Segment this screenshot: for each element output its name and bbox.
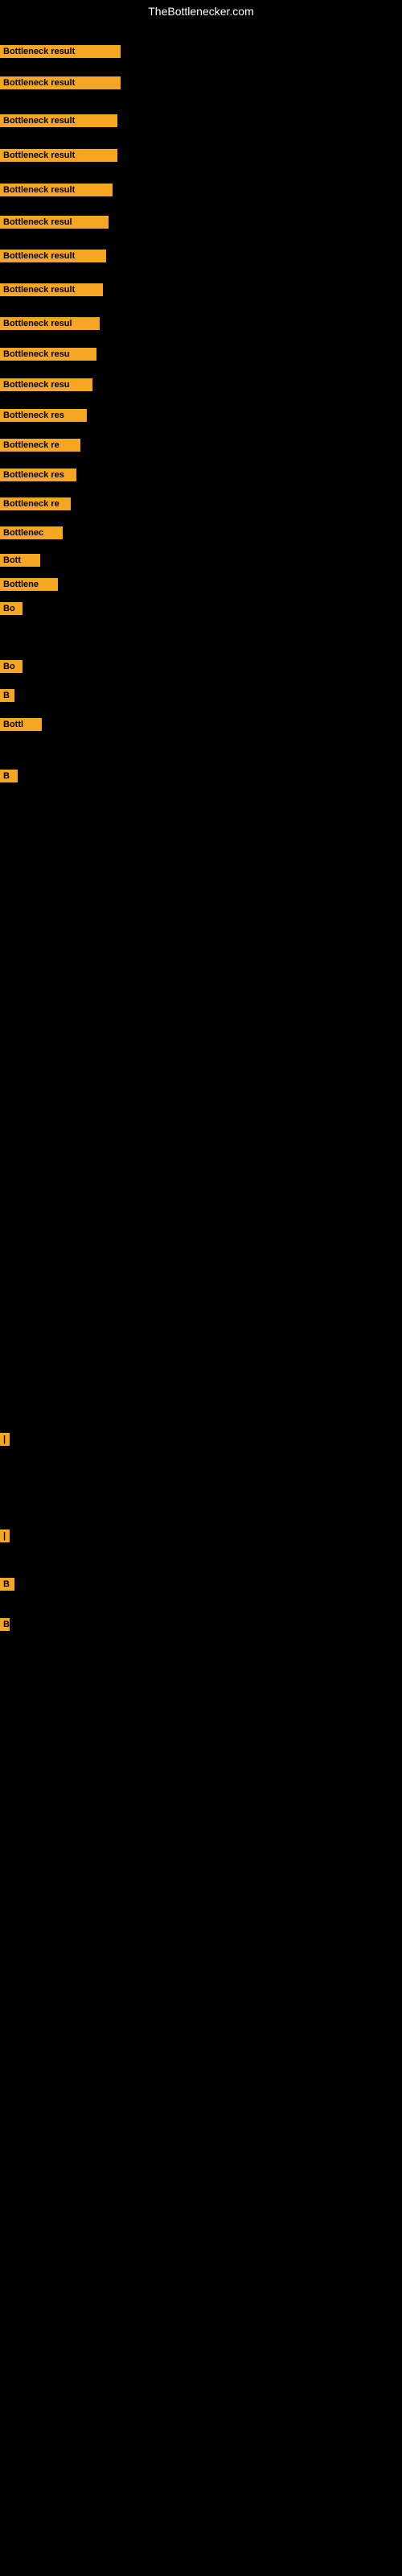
bottleneck-row: Bo bbox=[0, 660, 23, 677]
bottleneck-label: B bbox=[0, 1618, 10, 1631]
bottleneck-label: Bottleneck result bbox=[0, 149, 117, 162]
bottleneck-label: Bottleneck resul bbox=[0, 216, 109, 229]
bottleneck-label: Bottlenec bbox=[0, 526, 63, 539]
bottleneck-row: Bottleneck resu bbox=[0, 378, 92, 395]
bottleneck-label: Bottleneck res bbox=[0, 409, 87, 422]
bottleneck-row: B bbox=[0, 1618, 10, 1635]
bottleneck-row: Bottl bbox=[0, 718, 42, 735]
bottleneck-label: B bbox=[0, 770, 18, 782]
bottleneck-label: | bbox=[0, 1530, 10, 1542]
bottleneck-label: Bottleneck result bbox=[0, 76, 121, 89]
bottleneck-row: Bottleneck resul bbox=[0, 216, 109, 233]
bottleneck-row: Bottleneck result bbox=[0, 184, 113, 200]
bottleneck-row: | bbox=[0, 1433, 10, 1450]
bottleneck-row: Bottleneck re bbox=[0, 439, 80, 456]
bottleneck-row: Bottlene bbox=[0, 578, 58, 595]
bottleneck-row: Bottleneck result bbox=[0, 283, 103, 300]
bottleneck-label: Bottleneck result bbox=[0, 283, 103, 296]
bottleneck-row: Bottleneck result bbox=[0, 76, 121, 93]
bottleneck-label: Bo bbox=[0, 660, 23, 673]
bottleneck-row: Bottleneck re bbox=[0, 497, 71, 514]
bottleneck-row: B bbox=[0, 770, 18, 786]
bottleneck-label: B bbox=[0, 1578, 14, 1591]
bottleneck-label: Bottleneck result bbox=[0, 114, 117, 127]
bottleneck-label: Bottleneck re bbox=[0, 439, 80, 452]
bottleneck-label: Bottleneck res bbox=[0, 469, 76, 481]
bottleneck-label: Bo bbox=[0, 602, 23, 615]
bottleneck-label: Bottl bbox=[0, 718, 42, 731]
bottleneck-label: Bottleneck result bbox=[0, 250, 106, 262]
bottleneck-row: Bottleneck resul bbox=[0, 317, 100, 334]
bottleneck-label: Bottleneck resu bbox=[0, 378, 92, 391]
bottleneck-label: | bbox=[0, 1433, 10, 1446]
bottleneck-label: Bott bbox=[0, 554, 40, 567]
bottleneck-row: Bo bbox=[0, 602, 23, 619]
bottleneck-row: Bottleneck resu bbox=[0, 348, 96, 365]
bottleneck-row: Bottleneck result bbox=[0, 149, 117, 166]
bottleneck-label: Bottleneck resu bbox=[0, 348, 96, 361]
bottleneck-label: Bottleneck re bbox=[0, 497, 71, 510]
bottleneck-row: B bbox=[0, 1578, 14, 1595]
bottleneck-row: B bbox=[0, 689, 14, 706]
bottleneck-row: Bottleneck result bbox=[0, 45, 121, 62]
bottleneck-row: Bottleneck result bbox=[0, 114, 117, 131]
bottleneck-label: Bottleneck result bbox=[0, 45, 121, 58]
site-title: TheBottlenecker.com bbox=[0, 0, 402, 23]
bottleneck-label: B bbox=[0, 689, 14, 702]
bottleneck-row: Bottleneck res bbox=[0, 469, 76, 485]
bottleneck-row: | bbox=[0, 1530, 10, 1546]
bottleneck-label: Bottlene bbox=[0, 578, 58, 591]
bottleneck-label: Bottleneck result bbox=[0, 184, 113, 196]
bottleneck-row: Bottlenec bbox=[0, 526, 63, 543]
bottleneck-label: Bottleneck resul bbox=[0, 317, 100, 330]
bottleneck-row: Bottleneck res bbox=[0, 409, 87, 426]
bottleneck-row: Bottleneck result bbox=[0, 250, 106, 266]
bottleneck-row: Bott bbox=[0, 554, 40, 571]
